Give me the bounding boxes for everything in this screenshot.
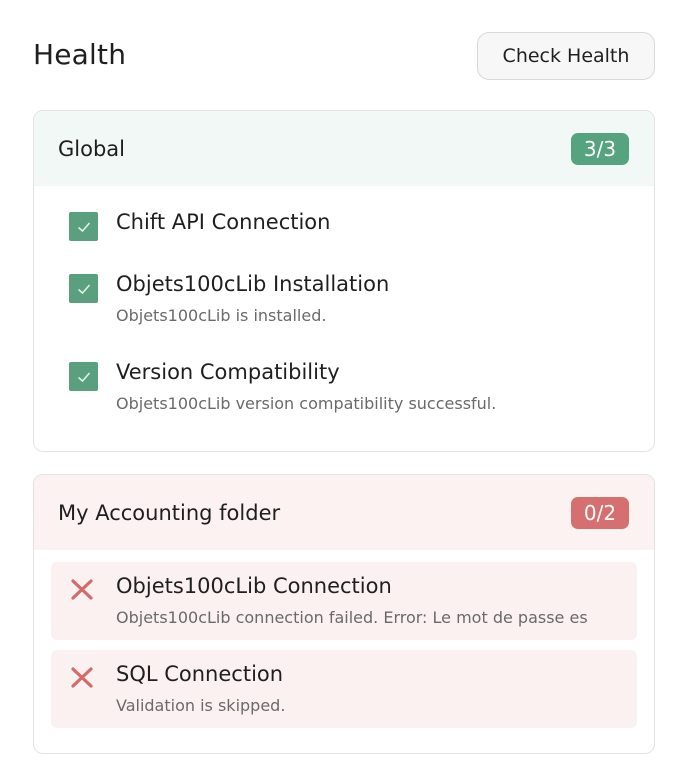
checkbox-checked-icon xyxy=(69,274,98,303)
global-health-card: Global 3/3 Chift API Connection Objets10… xyxy=(33,110,655,452)
check-item-description: Objets100cLib version compatibility succ… xyxy=(116,394,497,413)
check-item-description: Objets100cLib connection failed. Error: … xyxy=(116,608,588,627)
folder-card-title: My Accounting folder xyxy=(58,500,281,525)
check-health-button[interactable]: Check Health xyxy=(477,32,655,80)
folder-card-header: My Accounting folder 0/2 xyxy=(34,475,654,550)
check-item-title: Chift API Connection xyxy=(116,210,331,234)
health-page: Health Check Health Global 3/3 Chift API… xyxy=(0,0,688,764)
check-item-objets100clib-connection: Objets100cLib Connection Objets100cLib c… xyxy=(51,562,637,640)
checkbox-checked-icon xyxy=(69,212,98,241)
folder-health-card: My Accounting folder 0/2 Objets100cLib C… xyxy=(33,474,655,754)
global-card-title: Global xyxy=(58,136,125,161)
checkbox-checked-icon xyxy=(69,362,98,391)
close-x-icon xyxy=(69,663,97,691)
close-x-icon xyxy=(69,575,97,603)
global-card-header: Global 3/3 xyxy=(34,111,654,186)
global-status-badge: 3/3 xyxy=(571,132,629,165)
check-item-sql-connection: SQL Connection Validation is skipped. xyxy=(51,650,637,728)
check-item-title: Objets100cLib Installation xyxy=(116,272,390,296)
check-item-title: Version Compatibility xyxy=(116,360,340,384)
check-item-title: Objets100cLib Connection xyxy=(116,574,392,598)
page-title: Health xyxy=(33,38,127,71)
page-header: Health Check Health xyxy=(33,32,655,82)
folder-status-badge: 0/2 xyxy=(571,496,629,529)
check-item-version-compatibility: Version Compatibility Objets100cLib vers… xyxy=(69,360,629,420)
check-item-title: SQL Connection xyxy=(116,662,284,686)
check-item-chift-api-connection: Chift API Connection xyxy=(69,210,629,270)
check-item-objets100clib-installation: Objets100cLib Installation Objets100cLib… xyxy=(69,272,629,332)
check-item-description: Validation is skipped. xyxy=(116,696,286,715)
check-item-description: Objets100cLib is installed. xyxy=(116,306,327,325)
